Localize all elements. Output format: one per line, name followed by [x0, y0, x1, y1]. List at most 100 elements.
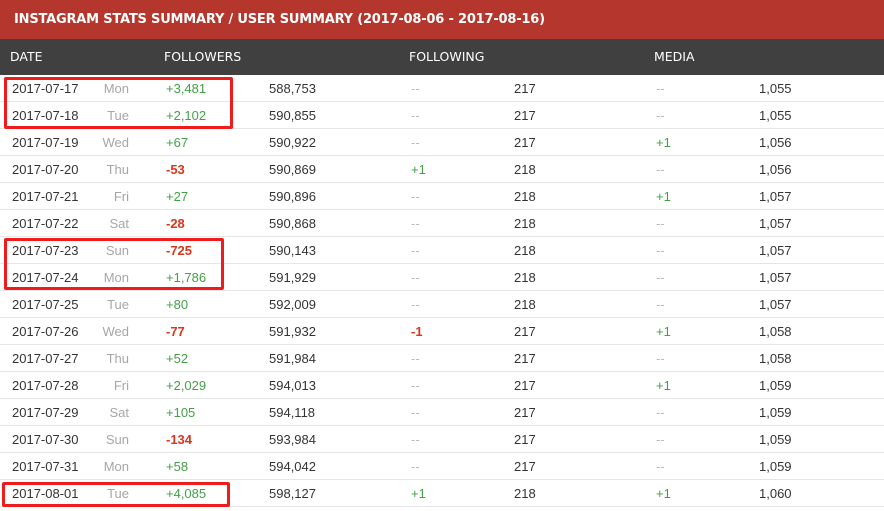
- media-total-cell: 1,059: [759, 432, 792, 447]
- following-total-cell: 217: [514, 405, 536, 420]
- following-total-cell: 217: [514, 324, 536, 339]
- media-change-cell: +1: [656, 135, 671, 150]
- following-total-cell: 217: [514, 81, 536, 96]
- media-total-cell: 1,057: [759, 270, 792, 285]
- followers-total-cell: 592,009: [269, 297, 316, 312]
- followers-change-cell: -134: [166, 432, 193, 447]
- date-cell: 2017-07-18: [12, 108, 79, 123]
- media-total-cell: 1,058: [759, 351, 792, 366]
- column-header-followers[interactable]: FOLLOWERS: [164, 39, 241, 75]
- table-body: 2017-07-17 Mon +3,481 588,753 -- 217 -- 1,055 20…: [0, 75, 884, 507]
- table-row: 2017-07-30 Sun -134 593,984 -- 217 -- 1,059: [0, 426, 884, 453]
- date-cell: 2017-07-19: [12, 135, 79, 150]
- weekday-cell: Sat: [109, 405, 129, 420]
- following-total-cell: 218: [514, 270, 536, 285]
- following-total-cell: 217: [514, 108, 536, 123]
- followers-change-cell: -77: [166, 324, 185, 339]
- media-change-cell: +1: [656, 324, 671, 339]
- table-row: 2017-07-17 Mon +3,481 588,753 -- 217 -- 1,055: [0, 75, 884, 102]
- following-change-cell: +1: [411, 486, 426, 501]
- table-row: 2017-08-01 Tue +4,085 598,127 +1 218 +1 1,060: [0, 480, 884, 507]
- weekday-cell: Sun: [105, 432, 129, 447]
- followers-change-cell: +4,085: [166, 486, 207, 501]
- followers-total-cell: 590,922: [269, 135, 316, 150]
- media-total-cell: 1,058: [759, 324, 792, 339]
- weekday-cell: Wed: [102, 324, 130, 339]
- following-change-cell: --: [411, 108, 420, 123]
- media-total-cell: 1,056: [759, 135, 792, 150]
- weekday-cell: Thu: [106, 351, 129, 366]
- following-change-cell: --: [411, 297, 420, 312]
- following-total-cell: 218: [514, 162, 536, 177]
- followers-total-cell: 588,753: [269, 81, 316, 96]
- following-change-cell: --: [411, 432, 420, 447]
- table-row: 2017-07-21 Fri +27 590,896 -- 218 +1 1,057: [0, 183, 884, 210]
- following-total-cell: 217: [514, 351, 536, 366]
- date-cell: 2017-07-26: [12, 324, 79, 339]
- following-total-cell: 218: [514, 486, 536, 501]
- followers-change-cell: -28: [166, 216, 185, 231]
- table-row: 2017-07-28 Fri +2,029 594,013 -- 217 +1 1,059: [0, 372, 884, 399]
- media-change-cell: --: [656, 459, 665, 474]
- media-change-cell: +1: [656, 189, 671, 204]
- date-cell: 2017-07-17: [12, 81, 79, 96]
- weekday-cell: Fri: [113, 189, 129, 204]
- media-total-cell: 1,057: [759, 216, 792, 231]
- weekday-cell: Tue: [107, 108, 129, 123]
- followers-total-cell: 591,984: [269, 351, 316, 366]
- media-change-cell: --: [656, 297, 665, 312]
- followers-change-cell: -725: [166, 243, 193, 258]
- followers-change-cell: +1,786: [166, 270, 207, 285]
- followers-total-cell: 593,984: [269, 432, 316, 447]
- followers-total-cell: 594,042: [269, 459, 316, 474]
- following-change-cell: --: [411, 243, 420, 258]
- media-change-cell: --: [656, 243, 665, 258]
- followers-change-cell: +58: [166, 459, 189, 474]
- following-change-cell: +1: [411, 162, 426, 177]
- weekday-cell: Mon: [103, 270, 129, 285]
- column-header-date[interactable]: DATE: [10, 39, 43, 75]
- following-change-cell: --: [411, 405, 420, 420]
- media-total-cell: 1,059: [759, 378, 792, 393]
- media-total-cell: 1,060: [759, 486, 792, 501]
- date-cell: 2017-07-25: [12, 297, 79, 312]
- weekday-cell: Fri: [113, 378, 129, 393]
- followers-change-cell: -53: [166, 162, 185, 177]
- date-cell: 2017-07-27: [12, 351, 79, 366]
- followers-change-cell: +80: [166, 297, 189, 312]
- weekday-cell: Wed: [102, 135, 130, 150]
- following-change-cell: --: [411, 135, 420, 150]
- date-cell: 2017-08-01: [12, 486, 79, 501]
- table-row: 2017-07-18 Tue +2,102 590,855 -- 217 -- 1,055: [0, 102, 884, 129]
- following-change-cell: --: [411, 459, 420, 474]
- following-change-cell: --: [411, 351, 420, 366]
- column-header-following[interactable]: FOLLOWING: [409, 39, 484, 75]
- media-total-cell: 1,059: [759, 405, 792, 420]
- followers-total-cell: 590,896: [269, 189, 316, 204]
- following-change-cell: --: [411, 81, 420, 96]
- weekday-cell: Mon: [103, 81, 129, 96]
- media-change-cell: +1: [656, 486, 671, 501]
- following-change-cell: --: [411, 189, 420, 204]
- following-total-cell: 217: [514, 378, 536, 393]
- media-change-cell: --: [656, 270, 665, 285]
- table-row: 2017-07-25 Tue +80 592,009 -- 218 -- 1,057: [0, 291, 884, 318]
- followers-total-cell: 590,869: [269, 162, 316, 177]
- media-total-cell: 1,057: [759, 243, 792, 258]
- following-total-cell: 218: [514, 297, 536, 312]
- date-cell: 2017-07-22: [12, 216, 79, 231]
- followers-total-cell: 594,118: [269, 405, 316, 420]
- table-row: 2017-07-26 Wed -77 591,932 -1 217 +1 1,058: [0, 318, 884, 345]
- media-total-cell: 1,059: [759, 459, 792, 474]
- followers-change-cell: +27: [166, 189, 189, 204]
- page-title: INSTAGRAM STATS SUMMARY / USER SUMMARY (…: [0, 0, 884, 39]
- media-change-cell: --: [656, 108, 665, 123]
- followers-change-cell: +2,102: [166, 108, 207, 123]
- date-cell: 2017-07-23: [12, 243, 79, 258]
- followers-change-cell: +105: [166, 405, 196, 420]
- followers-change-cell: +2,029: [166, 378, 207, 393]
- followers-total-cell: 590,855: [269, 108, 316, 123]
- followers-total-cell: 590,143: [269, 243, 316, 258]
- table-row: 2017-07-20 Thu -53 590,869 +1 218 -- 1,056: [0, 156, 884, 183]
- column-header-media[interactable]: MEDIA: [654, 39, 695, 75]
